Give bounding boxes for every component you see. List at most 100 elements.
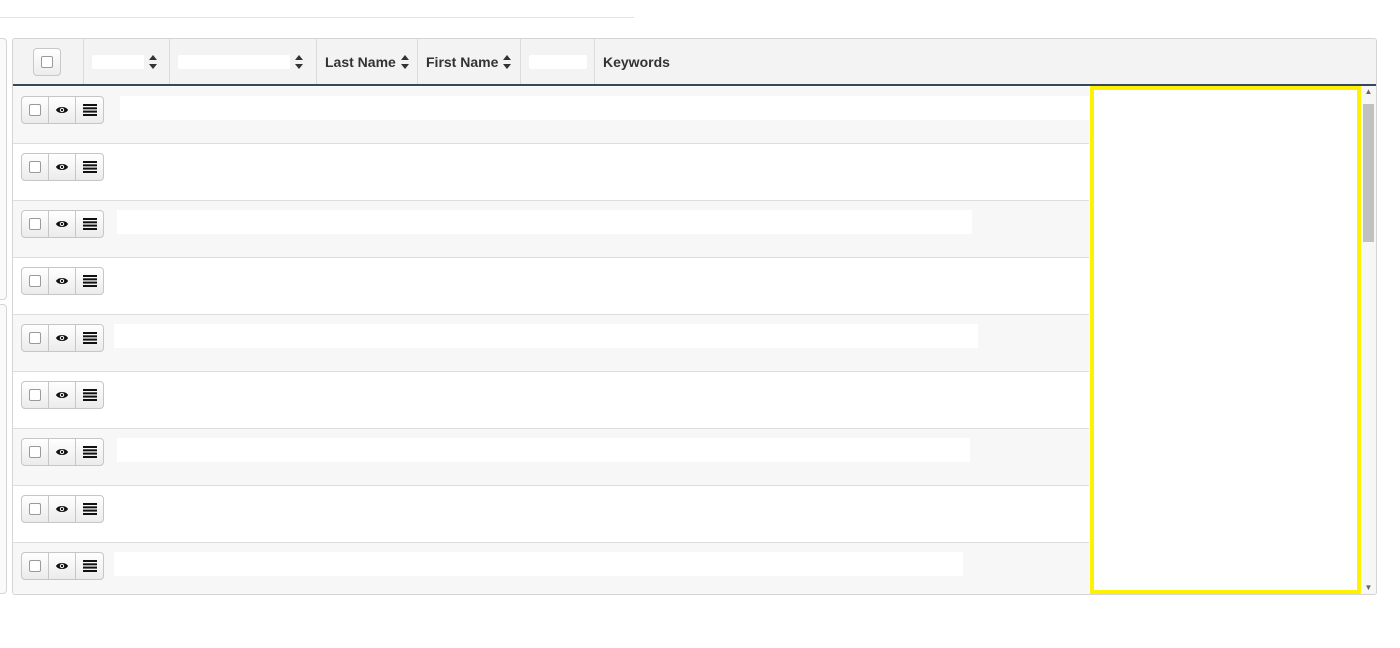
list-icon xyxy=(82,275,97,287)
checkbox-icon xyxy=(29,503,41,515)
scroll-down-icon[interactable]: ▼ xyxy=(1364,584,1373,592)
column-header-keywords[interactable]: Keywords xyxy=(595,39,795,84)
row-view-button[interactable] xyxy=(49,97,76,123)
eye-icon xyxy=(56,278,68,284)
row-details-button[interactable] xyxy=(76,496,103,522)
row-view-button[interactable] xyxy=(49,496,76,522)
row-select-button[interactable] xyxy=(22,154,49,180)
column-header-first-name[interactable]: First Name xyxy=(418,39,521,84)
row-action-buttons xyxy=(21,96,104,124)
checkbox-icon xyxy=(29,275,41,287)
top-divider xyxy=(0,17,634,18)
list-icon xyxy=(82,560,97,572)
row-action-buttons xyxy=(21,210,104,238)
eye-icon xyxy=(56,335,68,341)
grid-header: Last Name First Name Keywords xyxy=(13,39,1376,86)
row-action-buttons xyxy=(21,552,104,580)
checkbox-icon xyxy=(29,389,41,401)
list-icon xyxy=(82,389,97,401)
left-panel-edge xyxy=(0,38,7,300)
row-select-button[interactable] xyxy=(22,325,49,351)
row-details-button[interactable] xyxy=(76,268,103,294)
sort-icon xyxy=(503,54,512,69)
row-select-button[interactable] xyxy=(22,553,49,579)
column-header-2[interactable] xyxy=(170,39,317,84)
row-view-button[interactable] xyxy=(49,268,76,294)
row-details-button[interactable] xyxy=(76,154,103,180)
checkbox-icon xyxy=(29,161,41,173)
row-select-button[interactable] xyxy=(22,97,49,123)
checkbox-icon xyxy=(29,218,41,230)
first-name-label: First Name xyxy=(426,53,499,70)
scroll-up-icon[interactable]: ▲ xyxy=(1364,88,1373,96)
select-all-button[interactable] xyxy=(33,48,61,76)
row-details-button[interactable] xyxy=(76,325,103,351)
list-icon xyxy=(82,104,97,116)
row-view-button[interactable] xyxy=(49,154,76,180)
row-action-buttons xyxy=(21,324,104,352)
eye-icon xyxy=(56,563,68,569)
eye-icon xyxy=(56,506,68,512)
sort-icon xyxy=(295,54,303,69)
row-view-button[interactable] xyxy=(49,553,76,579)
table-row[interactable] xyxy=(13,543,1089,594)
row-view-button[interactable] xyxy=(49,325,76,351)
row-action-buttons xyxy=(21,438,104,466)
row-select-button[interactable] xyxy=(22,382,49,408)
list-icon xyxy=(82,446,97,458)
last-name-label: Last Name xyxy=(325,53,396,70)
list-icon xyxy=(82,218,97,230)
list-icon xyxy=(82,503,97,515)
table-row[interactable] xyxy=(13,429,1089,486)
checkbox-icon xyxy=(29,104,41,116)
row-select-button[interactable] xyxy=(22,439,49,465)
sort-icon xyxy=(400,54,409,69)
column-header-5[interactable] xyxy=(521,39,595,84)
row-details-button[interactable] xyxy=(76,97,103,123)
table-row[interactable] xyxy=(13,201,1089,258)
row-action-buttons xyxy=(21,381,104,409)
table-row[interactable] xyxy=(13,144,1089,201)
row-action-buttons xyxy=(21,153,104,181)
redacted-label xyxy=(92,54,144,69)
row-view-button[interactable] xyxy=(49,211,76,237)
column-header-1[interactable] xyxy=(84,39,170,84)
row-details-button[interactable] xyxy=(76,382,103,408)
redacted-label xyxy=(529,54,587,69)
checkbox-icon xyxy=(29,560,41,572)
left-panel-edge xyxy=(0,304,7,594)
eye-icon xyxy=(56,449,68,455)
sort-icon xyxy=(149,54,157,69)
row-content xyxy=(114,552,963,576)
row-action-buttons xyxy=(21,495,104,523)
row-action-buttons xyxy=(21,267,104,295)
eye-icon xyxy=(56,221,68,227)
table-row[interactable] xyxy=(13,258,1089,315)
table-row[interactable] xyxy=(13,372,1089,429)
eye-icon xyxy=(56,107,68,113)
table-row[interactable] xyxy=(13,486,1089,543)
row-select-button[interactable] xyxy=(22,268,49,294)
table-row[interactable] xyxy=(13,315,1089,372)
row-details-button[interactable] xyxy=(76,439,103,465)
row-content xyxy=(120,96,1090,120)
eye-icon xyxy=(56,392,68,398)
eye-icon xyxy=(56,164,68,170)
row-view-button[interactable] xyxy=(49,382,76,408)
checkbox-icon xyxy=(41,56,53,68)
list-icon xyxy=(82,332,97,344)
redacted-label xyxy=(178,54,290,69)
row-view-button[interactable] xyxy=(49,439,76,465)
row-select-button[interactable] xyxy=(22,496,49,522)
row-content xyxy=(114,324,978,348)
column-header-last-name[interactable]: Last Name xyxy=(317,39,418,84)
scroll-thumb[interactable] xyxy=(1363,104,1374,242)
keywords-label: Keywords xyxy=(603,53,670,70)
highlighted-region xyxy=(1090,86,1361,594)
row-details-button[interactable] xyxy=(76,553,103,579)
row-select-button[interactable] xyxy=(22,211,49,237)
table-row[interactable] xyxy=(13,87,1090,144)
results-grid: Last Name First Name Keywords ▲ ▼ xyxy=(12,38,1377,595)
row-details-button[interactable] xyxy=(76,211,103,237)
vertical-scrollbar[interactable]: ▲ ▼ xyxy=(1361,86,1376,594)
